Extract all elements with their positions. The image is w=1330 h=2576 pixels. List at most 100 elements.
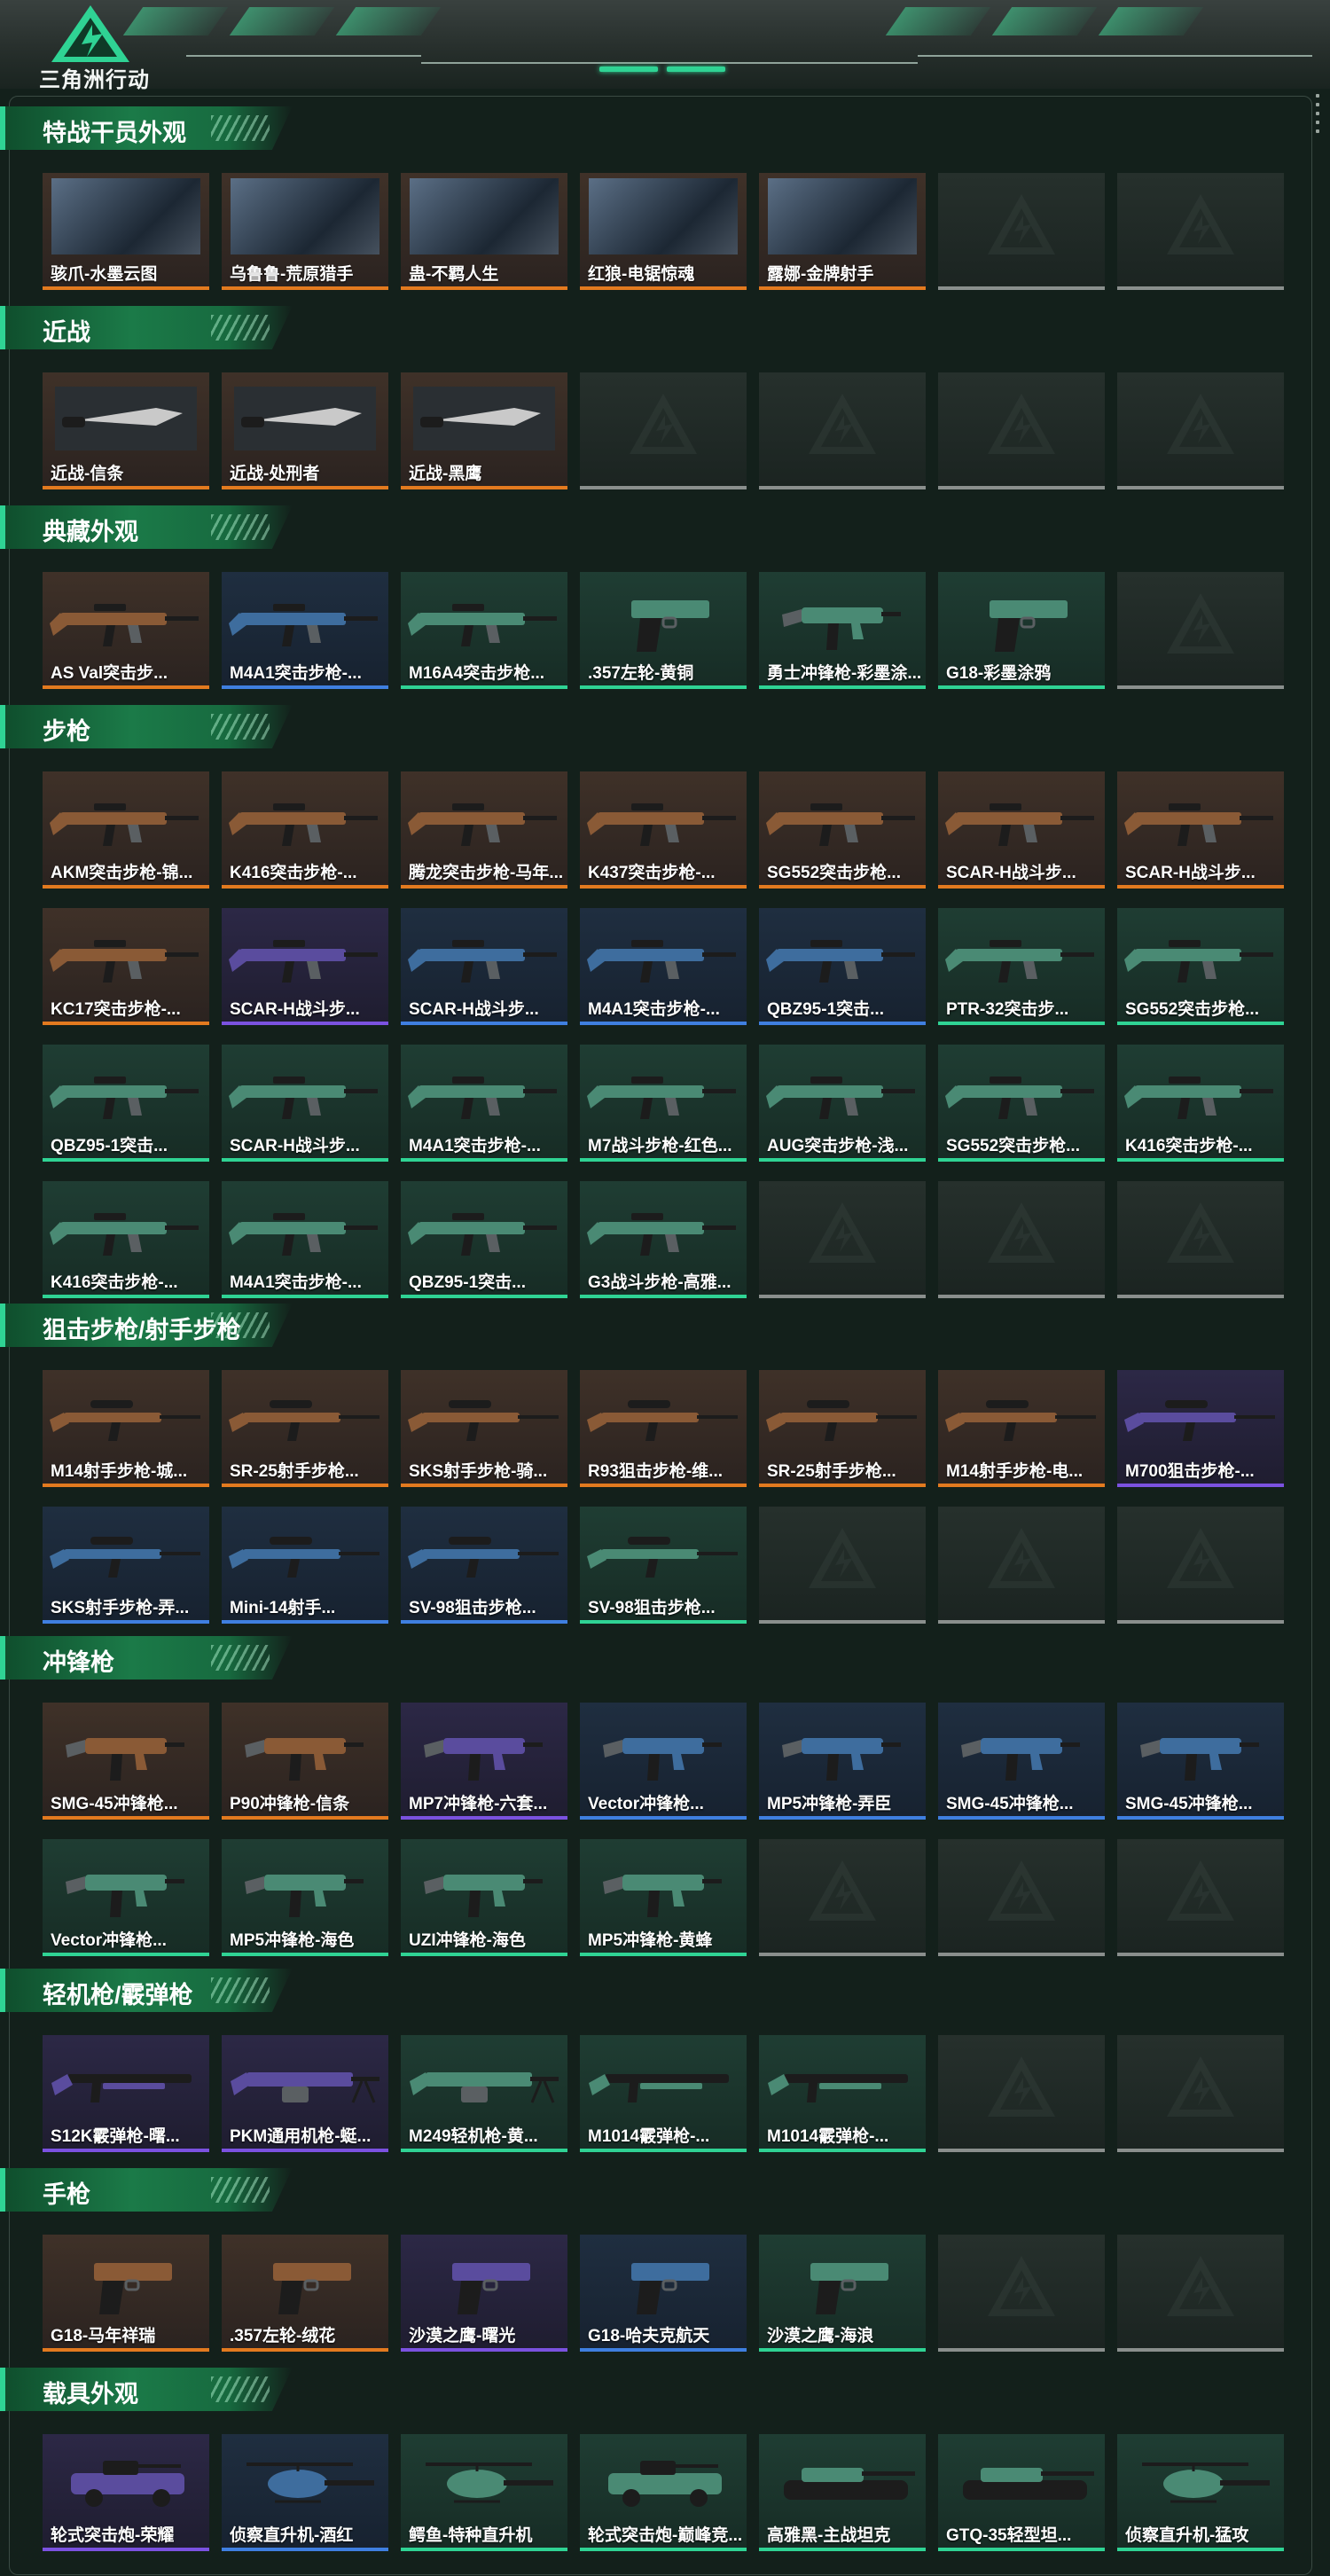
skin-card[interactable]: SKS射手步枪-弄... [43, 1507, 209, 1624]
skin-card[interactable]: 近战-信条 [43, 372, 209, 489]
section-2: 近战 近战-信条 近战-处刑者 近战-黑鹰 [0, 306, 1330, 505]
skin-card[interactable]: SKS射手步枪-骑... [401, 1370, 567, 1487]
skin-card[interactable]: P90冲锋枪-信条 [222, 1703, 388, 1820]
skin-card[interactable]: K416突击步枪-... [43, 1181, 209, 1298]
skin-card[interactable]: 勇士冲锋枪-彩墨涂... [759, 572, 926, 689]
skin-card[interactable]: Vector冲锋枪... [43, 1839, 209, 1956]
skin-card[interactable]: Mini-14射手... [222, 1507, 388, 1624]
skin-card[interactable]: SG552突击步枪... [938, 1045, 1105, 1162]
skin-card[interactable]: M4A1突击步枪-... [401, 1045, 567, 1162]
empty-slot [938, 372, 1105, 489]
skin-card[interactable]: 沙漠之鹰-曙光 [401, 2235, 567, 2352]
skin-name: 腾龙突击步枪-马年... [409, 864, 564, 882]
skin-card[interactable]: K416突击步枪-... [1117, 1045, 1284, 1162]
skin-card[interactable]: SCAR-H战斗步... [222, 908, 388, 1025]
empty-slot [1117, 372, 1284, 489]
skin-card[interactable]: PTR-32突击步... [938, 908, 1105, 1025]
skin-card[interactable]: 高雅黑-主战坦克 [759, 2434, 926, 2551]
skin-card[interactable]: KC17突击步枪-... [43, 908, 209, 1025]
skin-card[interactable]: M14射手步枪-电... [938, 1370, 1105, 1487]
skin-card[interactable]: G3战斗步枪-高雅... [580, 1181, 747, 1298]
skin-card[interactable]: QBZ95-1突击... [401, 1181, 567, 1298]
skin-card[interactable]: 骇爪-水墨云图 [43, 173, 209, 290]
skin-card[interactable]: 近战-处刑者 [222, 372, 388, 489]
rifle-icon [229, 1077, 378, 1119]
skin-card[interactable]: MP5冲锋枪-黄蜂 [580, 1839, 747, 1956]
skin-name: PTR-32突击步... [946, 1000, 1069, 1019]
skin-card[interactable]: 露娜-金牌射手 [759, 173, 926, 290]
skin-name: 轮式突击炮-巅峰竞... [588, 2526, 743, 2545]
skin-card[interactable]: M4A1突击步枪-... [580, 908, 747, 1025]
section-header: 特战干员外观 [0, 106, 293, 150]
skin-card[interactable]: K416突击步枪-... [222, 771, 388, 889]
empty-slot [938, 2235, 1105, 2352]
skin-card[interactable]: 红狼-电锯惊魂 [580, 173, 747, 290]
skin-card[interactable]: 侦察直升机-酒红 [222, 2434, 388, 2551]
skin-card[interactable]: SCAR-H战斗步... [938, 771, 1105, 889]
skin-card[interactable]: K437突击步枪-... [580, 771, 747, 889]
skin-card[interactable]: M1014霰弹枪-... [759, 2035, 926, 2152]
skin-card[interactable]: MP5冲锋枪-海色 [222, 1839, 388, 1956]
section-title: 轻机枪/霰弹枪 [43, 1982, 193, 2008]
skin-card[interactable]: M4A1突击步枪-... [222, 1181, 388, 1298]
banner-stripe [1098, 7, 1204, 35]
skin-name: SG552突击步枪... [767, 864, 901, 882]
skin-card[interactable]: SMG-45冲锋枪... [1117, 1703, 1284, 1820]
skin-card[interactable]: 轮式突击炮-荣耀 [43, 2434, 209, 2551]
skin-name: Mini-14射手... [230, 1599, 336, 1617]
skin-card[interactable]: SV-98狙击步枪... [580, 1507, 747, 1624]
skin-card[interactable]: M249轻机枪-黄... [401, 2035, 567, 2152]
skin-card[interactable]: G18-哈夫克航天 [580, 2235, 747, 2352]
skin-card[interactable]: 近战-黑鹰 [401, 372, 567, 489]
skin-card[interactable]: SV-98狙击步枪... [401, 1507, 567, 1624]
skin-card[interactable]: SG552突击步枪... [759, 771, 926, 889]
skin-card[interactable]: QBZ95-1突击... [43, 1045, 209, 1162]
skin-card[interactable]: S12K霰弹枪-曙... [43, 2035, 209, 2152]
skin-card[interactable]: Vector冲锋枪... [580, 1703, 747, 1820]
skin-card[interactable]: M7战斗步枪-红色... [580, 1045, 747, 1162]
pistol-icon [452, 2263, 530, 2314]
skin-card[interactable]: AKM突击步枪-锦... [43, 771, 209, 889]
skin-card[interactable]: 乌鲁鲁-荒原猎手 [222, 173, 388, 290]
skin-card[interactable]: SCAR-H战斗步... [222, 1045, 388, 1162]
skin-card[interactable]: 轮式突击炮-巅峰竞... [580, 2434, 747, 2551]
skin-card[interactable]: .357左轮-黄铜 [580, 572, 747, 689]
skin-card[interactable]: SR-25射手步枪... [759, 1370, 926, 1487]
skin-card[interactable]: 蛊-不羁人生 [401, 173, 567, 290]
skin-card[interactable]: R93狙击步枪-维... [580, 1370, 747, 1487]
skin-card[interactable]: AUG突击步枪-浅... [759, 1045, 926, 1162]
skin-card[interactable]: GTQ-35轻型坦... [938, 2434, 1105, 2551]
skin-card[interactable]: SG552突击步枪... [1117, 908, 1284, 1025]
skin-name: M16A4突击步枪... [409, 664, 545, 683]
skin-card[interactable]: 腾龙突击步枪-马年... [401, 771, 567, 889]
empty-slot [1117, 2035, 1284, 2152]
skin-card[interactable]: SCAR-H战斗步... [401, 908, 567, 1025]
banner-stripe [991, 7, 1098, 35]
skin-card[interactable]: SMG-45冲锋枪... [938, 1703, 1105, 1820]
skin-card[interactable]: 侦察直升机-猛攻 [1117, 2434, 1284, 2551]
skin-card[interactable]: PKM通用机枪-蜓... [222, 2035, 388, 2152]
skin-card[interactable]: M4A1突击步枪-... [222, 572, 388, 689]
skin-card[interactable]: MP7冲锋枪-六套... [401, 1703, 567, 1820]
skin-card[interactable]: G18-彩墨涂鸦 [938, 572, 1105, 689]
skin-card[interactable]: MP5冲锋枪-弄臣 [759, 1703, 926, 1820]
banner-line [918, 55, 1312, 57]
skin-card[interactable]: 鳄鱼-特种直升机 [401, 2434, 567, 2551]
skin-name: 乌鲁鲁-荒原猎手 [230, 265, 354, 284]
skin-card[interactable]: AS Val突击步... [43, 572, 209, 689]
skin-card[interactable]: UZI冲锋枪-海色 [401, 1839, 567, 1956]
rifle-icon [50, 1077, 199, 1119]
skin-card[interactable]: M1014霰弹枪-... [580, 2035, 747, 2152]
skin-card[interactable]: SCAR-H战斗步... [1117, 771, 1284, 889]
rifle-icon [766, 803, 915, 846]
skin-card[interactable]: M14射手步枪-城... [43, 1370, 209, 1487]
skin-card[interactable]: M700狙击步枪-... [1117, 1370, 1284, 1487]
skin-card[interactable]: SMG-45冲锋枪... [43, 1703, 209, 1820]
skin-name: QBZ95-1突击... [409, 1273, 526, 1292]
skin-card[interactable]: 沙漠之鹰-海浪 [759, 2235, 926, 2352]
skin-card[interactable]: SR-25射手步枪... [222, 1370, 388, 1487]
skin-card[interactable]: .357左轮-绒花 [222, 2235, 388, 2352]
skin-card[interactable]: M16A4突击步枪... [401, 572, 567, 689]
skin-card[interactable]: G18-马年祥瑞 [43, 2235, 209, 2352]
skin-card[interactable]: QBZ95-1突击... [759, 908, 926, 1025]
